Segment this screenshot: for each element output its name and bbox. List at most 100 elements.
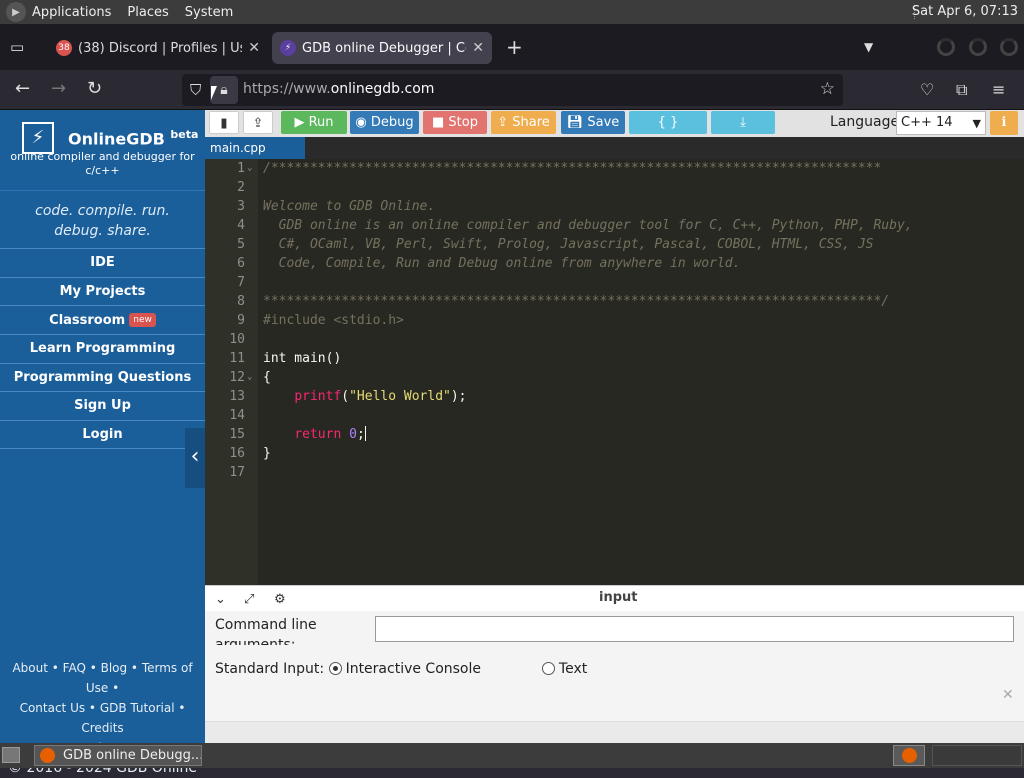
sidebar: ⚡ OnlineGDB beta online compiler and deb…	[0, 110, 205, 776]
code-line[interactable]: 1 ⌄ /*************************************…	[205, 159, 1024, 178]
code-line[interactable]: 15 return 0;	[205, 425, 1024, 444]
sidebar-item-learn-programming[interactable]: Learn Programming	[0, 334, 205, 363]
tab-overview-icon[interactable]: ▭	[10, 38, 28, 56]
code-line[interactable]: 12 ⌄ {	[205, 368, 1024, 387]
hamburger-menu-icon[interactable]: ≡	[992, 80, 1005, 99]
code-line[interactable]: 5 C#, OCaml, VB, Perl, Swift, Prolog, Ja…	[205, 235, 1024, 254]
new-file-icon[interactable]: ▮	[209, 111, 239, 134]
interactive-console-label[interactable]: Interactive Console	[346, 661, 481, 677]
sidebar-item-programming-questions[interactable]: Programming Questions	[0, 362, 205, 392]
text-radio[interactable]	[541, 662, 555, 675]
code-line[interactable]: 9 #include <stdio.h>	[205, 311, 1024, 330]
tracking-shield-icon[interactable]: ⛉	[190, 81, 201, 99]
code-editor[interactable]: 1 ⌄/*************************************…	[205, 159, 1024, 585]
tagline: code. compile. run. debug. share.	[0, 190, 205, 248]
code-line[interactable]: 16}	[205, 444, 1024, 463]
line-number: 12	[229, 370, 245, 385]
forward-icon[interactable]: →	[51, 79, 66, 99]
text-option-label[interactable]: Text	[559, 661, 587, 677]
url-bar[interactable]: ⛉ 🔒︎ https://www.onlinegdb.com ☆	[182, 74, 843, 106]
line-number: 11	[229, 351, 245, 366]
footer-links-1[interactable]: About • FAQ • Blog • Terms of Use •	[0, 658, 205, 698]
code-line[interactable]: 13 printf("Hello World");	[205, 387, 1024, 406]
clock[interactable]: Sat Apr 6, 07:13	[912, 4, 1018, 19]
collapse-chevron-icon[interactable]: ⌄	[215, 592, 226, 607]
bookmark-star-icon[interactable]: ☆	[820, 79, 835, 99]
code-line[interactable]: 10	[205, 330, 1024, 349]
code-line[interactable]: 17	[205, 463, 1024, 482]
code-text: {	[263, 370, 271, 385]
sidebar-item-classroom[interactable]: Classroom new	[0, 305, 205, 334]
code-text: C#, OCaml, VB, Perl, Swift, Prolog, Java…	[263, 237, 874, 252]
debug-button[interactable]: ◉ Debug	[350, 111, 419, 134]
interactive-console-radio[interactable]	[328, 662, 342, 675]
system-top-panel: ▶ Applications Places System Sat Apr 6, …	[0, 0, 1024, 24]
file-tab-main[interactable]: main.cpp	[205, 137, 305, 159]
fold-chevron-icon[interactable]: ⌄	[247, 159, 252, 178]
expand-icon[interactable]: ⤢	[244, 592, 254, 607]
tab-gdb[interactable]: ⚡ GDB online Debugger | Com ✕	[272, 32, 492, 64]
sidebar-item-sign-up[interactable]: Sign Up	[0, 391, 205, 420]
menu-applications[interactable]: Applications	[32, 5, 111, 20]
run-button[interactable]: ▶ Run	[281, 111, 347, 134]
tray-firefox-launcher[interactable]	[893, 745, 925, 766]
extensions-icon[interactable]: ⧉	[956, 80, 967, 100]
close-tab-icon[interactable]: ✕	[248, 40, 260, 56]
line-number: 4	[237, 218, 245, 233]
gear-icon[interactable]: ⚙	[274, 592, 286, 607]
code-text: int main()	[263, 351, 342, 366]
code-line[interactable]: 8 ***************************************…	[205, 292, 1024, 311]
beautify-button[interactable]: { } Beautify	[629, 111, 707, 153]
url-text[interactable]: https://www.onlinegdb.com	[243, 81, 434, 97]
sidebar-item-login[interactable]: Login	[0, 420, 205, 449]
code-text: ****************************************…	[263, 294, 890, 309]
save-button[interactable]: 💾︎ Save	[561, 111, 625, 134]
taskbar-firefox-window[interactable]: GDB online Debugg...	[34, 745, 202, 766]
language-select[interactable]: C++ 14 ▼	[896, 111, 986, 135]
code-line[interactable]: 14	[205, 406, 1024, 425]
code-line[interactable]: 2	[205, 178, 1024, 197]
back-icon[interactable]: ←	[15, 79, 30, 99]
stdin-label: Standard Input:	[215, 661, 325, 677]
menu-system[interactable]: System	[185, 5, 233, 20]
sidebar-item-ide[interactable]: IDE	[0, 248, 205, 277]
cmd-args-label: Command line arguments:	[215, 617, 317, 645]
code-line[interactable]: 7	[205, 273, 1024, 292]
browser-tab-bar: ▭ 38 (38) Discord | Profiles | User ✕ ⚡ …	[0, 24, 1024, 70]
firefox-icon	[902, 748, 917, 763]
close-icon[interactable]: ✕	[1002, 687, 1014, 703]
download-icon[interactable]: ⤓	[711, 111, 775, 134]
collapse-sidebar-chevron-icon[interactable]: ‹	[185, 428, 205, 488]
os-logo-icon[interactable]: ▶	[6, 2, 26, 22]
code-line[interactable]: 11 int main()	[205, 349, 1024, 368]
workspace-switcher[interactable]	[932, 745, 1022, 766]
info-icon[interactable]: ℹ	[990, 111, 1018, 135]
tab-discord[interactable]: 38 (38) Discord | Profiles | User ✕	[48, 32, 268, 64]
stop-button[interactable]: ■ Stop	[423, 111, 487, 134]
language-label: Language	[830, 114, 900, 130]
close-tab-icon[interactable]: ✕	[472, 40, 484, 56]
code-text: }	[263, 446, 271, 461]
pocket-icon[interactable]: ♡	[920, 80, 934, 99]
upload-icon[interactable]: ⇪	[243, 111, 273, 134]
line-number: 14	[229, 408, 245, 423]
new-tab-icon[interactable]: +	[506, 37, 523, 57]
line-number: 2	[237, 180, 245, 195]
gdb-favicon-icon: ⚡	[280, 40, 296, 56]
code-line[interactable]: 4 GDB online is an online compiler and d…	[205, 216, 1024, 235]
tab-list-chevron-icon[interactable]: ▼	[864, 40, 873, 54]
new-badge: new	[129, 313, 156, 328]
browser-nav-bar: ← → ↻ ⛉ 🔒︎ https://www.onlinegdb.com ☆ ♡…	[0, 70, 1024, 110]
reload-icon[interactable]: ↻	[87, 79, 102, 99]
share-button[interactable]: ⇪ Share	[491, 111, 556, 134]
show-desktop-icon[interactable]	[2, 747, 20, 763]
code-line[interactable]: 6 Code, Compile, Run and Debug online fr…	[205, 254, 1024, 273]
brand[interactable]: ⚡ OnlineGDB beta online compiler and deb…	[0, 110, 205, 190]
footer-links-2[interactable]: Contact Us • GDB Tutorial • Credits	[0, 698, 205, 738]
code-text: Code, Compile, Run and Debug online from…	[263, 256, 741, 271]
cmd-args-input[interactable]	[375, 616, 1014, 642]
sidebar-item-my-projects[interactable]: My Projects	[0, 276, 205, 306]
menu-places[interactable]: Places	[127, 5, 168, 20]
fold-chevron-icon[interactable]: ⌄	[247, 368, 252, 387]
code-line[interactable]: 3 Welcome to GDB Online.	[205, 197, 1024, 216]
